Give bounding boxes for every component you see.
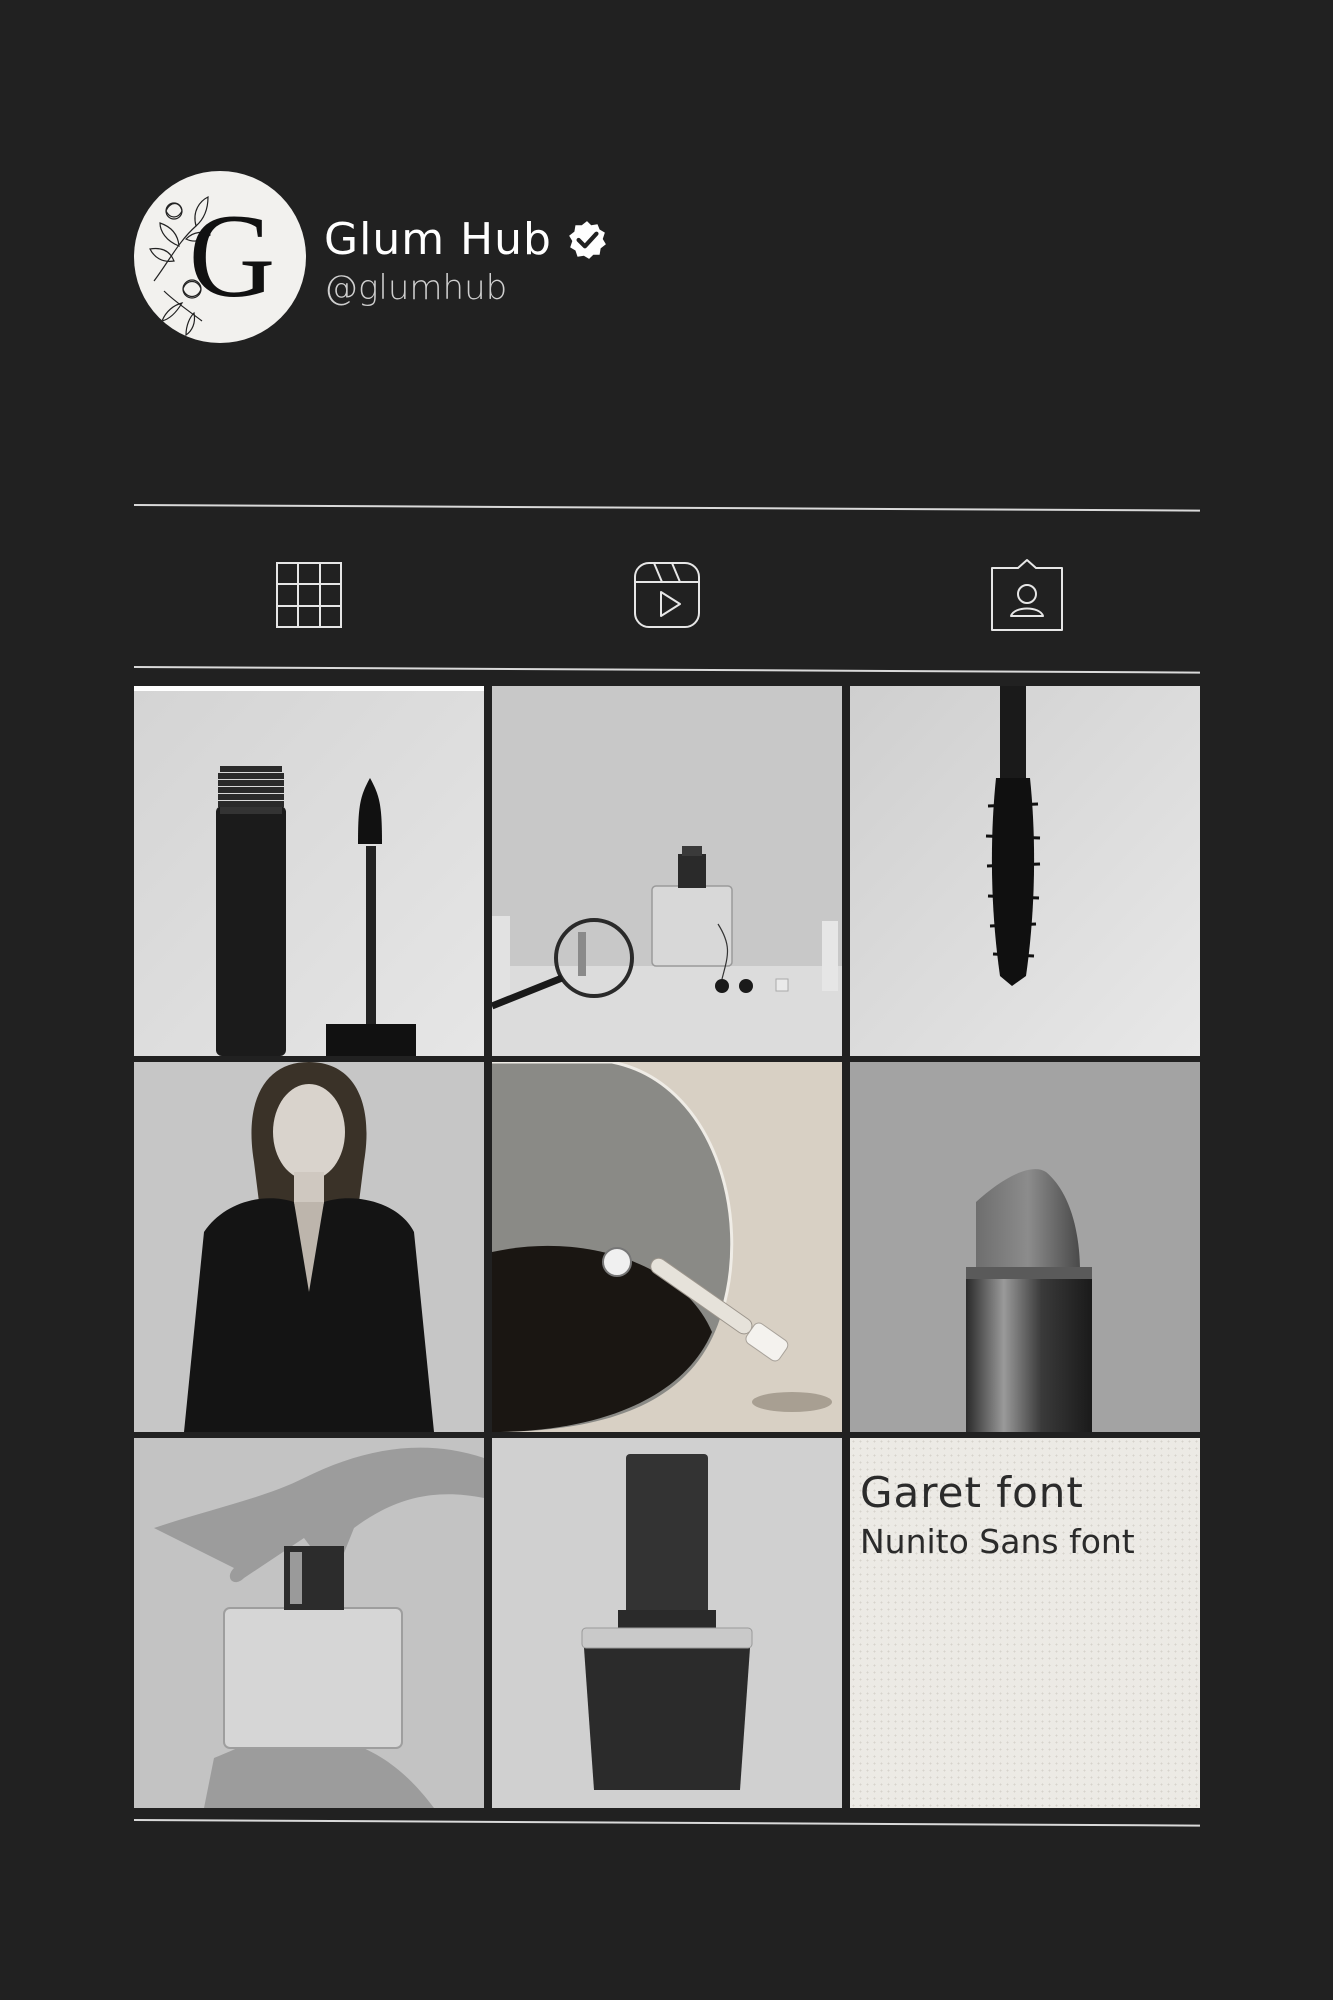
post-mascara-brush[interactable]: [850, 686, 1200, 1056]
card-subtitle: Nunito Sans font: [860, 1522, 1135, 1561]
post-mirror-dropper[interactable]: [492, 1062, 842, 1432]
verified-badge-icon: [566, 219, 608, 261]
reels-icon: [634, 562, 700, 628]
post-perfume-shadows[interactable]: [134, 1438, 484, 1808]
divider-tabs: [133, 666, 1200, 674]
svg-text:G: G: [189, 189, 276, 322]
profile-name-text: Glum Hub: [324, 214, 552, 265]
tab-tagged[interactable]: [977, 545, 1077, 645]
post-nail-polish[interactable]: [492, 1438, 842, 1808]
profile-name: Glum Hub: [324, 214, 608, 265]
post-woman-portrait[interactable]: [134, 1062, 484, 1432]
tab-posts[interactable]: [259, 545, 359, 645]
post-mascara-tube[interactable]: [134, 686, 484, 1056]
active-tab-indicator: [134, 686, 484, 691]
post-text-card[interactable]: Garet font Nunito Sans font: [850, 1438, 1200, 1808]
tab-reels[interactable]: [617, 545, 717, 645]
grid-icon: [276, 562, 342, 628]
post-magnifier-perfume[interactable]: [492, 686, 842, 1056]
post-lipstick[interactable]: [850, 1062, 1200, 1432]
tagged-icon: [991, 559, 1063, 631]
divider-top: [133, 504, 1200, 512]
avatar[interactable]: G: [134, 171, 306, 343]
profile-handle: @glumhub: [324, 268, 508, 308]
card-title: Garet font: [860, 1468, 1084, 1517]
posts-grid: Garet font Nunito Sans font: [134, 686, 1200, 1808]
glum-hub-logo: G: [149, 189, 276, 337]
divider-bottom: [133, 1819, 1200, 1827]
